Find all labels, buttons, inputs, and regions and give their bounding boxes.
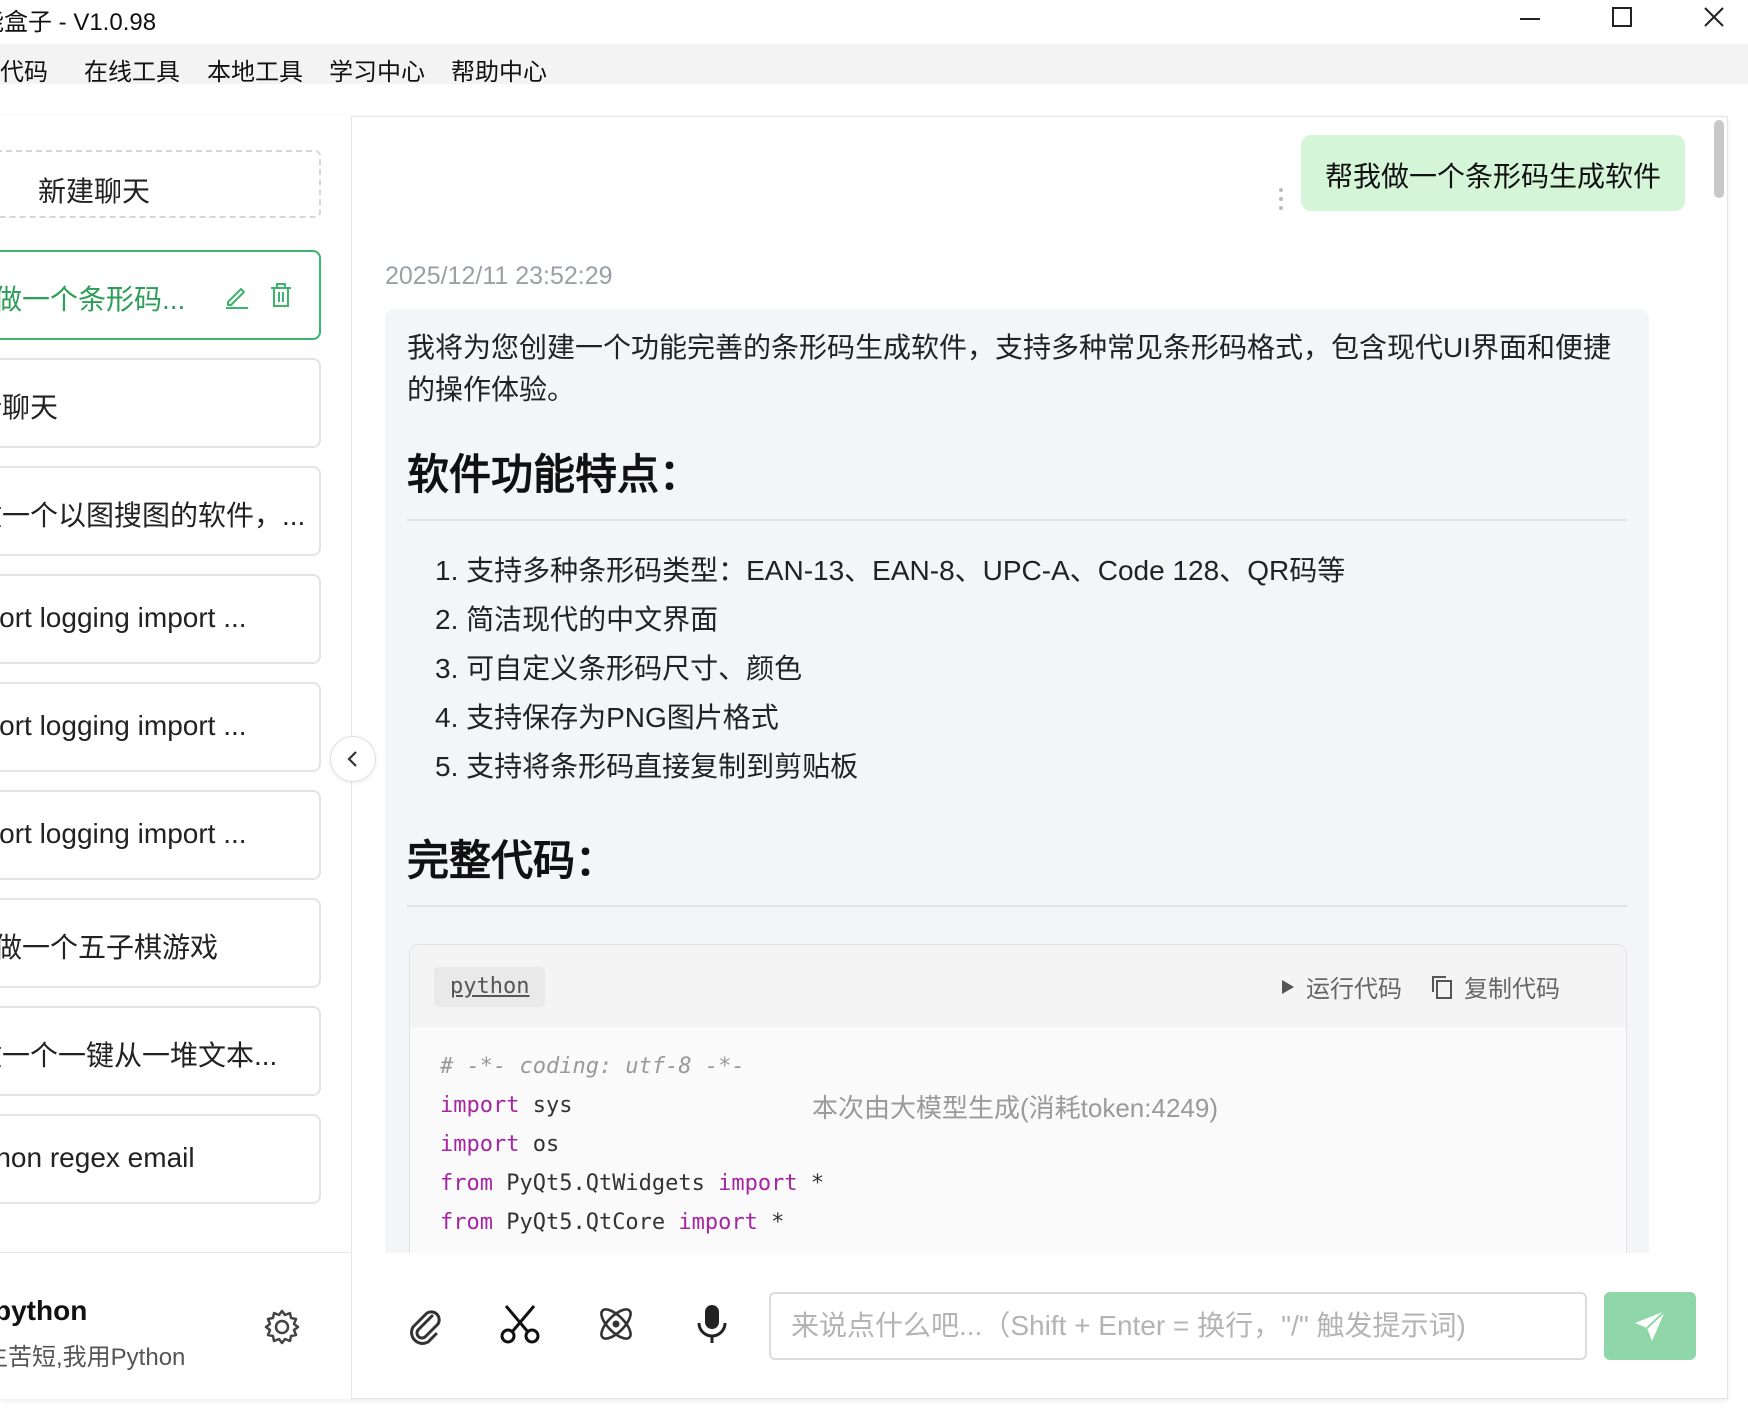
chat-item-label: import logging import ... xyxy=(0,710,247,741)
profile-subtitle: 人生苦短,我用Python xyxy=(0,1344,186,1371)
chat-item[interactable]: python regex email xyxy=(0,1114,321,1204)
chat-item-label: 做一个以图搜图的软件，... xyxy=(0,500,306,531)
trash-icon[interactable] xyxy=(266,280,296,310)
new-chat-label: 新建聊天 xyxy=(38,176,151,207)
chat-item[interactable]: 新聊天 xyxy=(0,358,321,448)
user-message-bubble: 帮我做一个条形码生成软件 xyxy=(1301,135,1685,211)
scissors-icon[interactable] xyxy=(498,1302,542,1346)
code-text: sys xyxy=(519,1093,573,1118)
chat-item-label: 做一个一键从一堆文本... xyxy=(0,1040,278,1071)
close-button[interactable] xyxy=(1674,0,1748,34)
code-line: import os xyxy=(440,1125,824,1164)
code-block-header: python 运行代码 复制代码 xyxy=(410,945,1626,1027)
heading-code: 完整代码： xyxy=(407,837,618,884)
minimize-button[interactable] xyxy=(1490,0,1570,34)
title-bar: 能盒子 - V1.0.98 xyxy=(0,0,1748,44)
profile-name: python xyxy=(0,1295,88,1326)
chat-scrollbar[interactable] xyxy=(1714,120,1724,198)
feature-item: 1. 支持多种条形码类型：EAN-13、EAN-8、UPC-A、Code 128… xyxy=(435,555,1346,586)
user-profile: python 人生苦短,我用Python xyxy=(0,1252,352,1399)
chat-area: 帮我做一个条形码生成软件 2025/12/11 23:52:29 我将为您创建一… xyxy=(352,117,1712,1253)
close-icon xyxy=(1704,7,1724,27)
menu-bar: 行代码 在线工具 本地工具 学习中心 帮助中心 xyxy=(0,44,1748,87)
paperclip-icon[interactable] xyxy=(402,1302,446,1346)
chat-item[interactable]: import logging import ... xyxy=(0,790,321,880)
run-code-label: 运行代码 xyxy=(1306,976,1402,1003)
heading-divider xyxy=(407,905,1627,907)
feature-item: 5. 支持将条形码直接复制到剪贴板 xyxy=(435,751,859,782)
code-keyword: import xyxy=(440,1093,520,1118)
new-chat-button[interactable]: 新建聊天 xyxy=(0,150,321,218)
code-keyword: import xyxy=(678,1210,758,1235)
copy-code-button[interactable]: 复制代码 xyxy=(1430,969,1560,1004)
chat-item-active[interactable]: 帮我做一个条形码... xyxy=(0,250,321,340)
atom-icon[interactable] xyxy=(594,1302,638,1346)
chat-item[interactable]: 做一个以图搜图的软件，... xyxy=(0,466,321,556)
chat-item-label: 帮我做一个条形码... xyxy=(0,284,186,315)
gear-icon[interactable] xyxy=(262,1307,302,1347)
chat-item-label: import logging import ... xyxy=(0,818,247,849)
send-button[interactable] xyxy=(1604,1292,1696,1360)
code-content: # -*- coding: utf-8 -*- import sys import … xyxy=(440,1047,824,1242)
code-keyword: import xyxy=(440,1132,520,1157)
heading-divider xyxy=(407,519,1627,521)
feature-item: 4. 支持保存为PNG图片格式 xyxy=(435,702,779,733)
play-icon xyxy=(1282,979,1294,994)
code-text: os xyxy=(519,1132,560,1157)
more-options-icon[interactable] xyxy=(1276,185,1286,213)
feature-item: 3. 可自定义条形码尺寸、颜色 xyxy=(435,653,803,684)
minimize-icon xyxy=(1520,18,1540,20)
sidebar: 新建聊天 帮我做一个条形码... 新聊天 做一个以图搜图的软件，... impo… xyxy=(0,116,352,1399)
code-line: import sys xyxy=(440,1086,824,1125)
menu-help-center[interactable]: 帮助中心 xyxy=(451,52,547,87)
send-icon xyxy=(1635,1310,1666,1341)
code-line: from PyQt5.QtCore import * xyxy=(440,1203,824,1242)
user-message-text: 帮我做一个条形码生成软件 xyxy=(1325,161,1662,192)
token-usage-note: 本次由大模型生成(消耗token:4249) xyxy=(812,1093,1218,1123)
copy-code-label: 复制代码 xyxy=(1464,976,1560,1003)
code-language-tag[interactable]: python xyxy=(434,967,546,1007)
code-text: * xyxy=(797,1171,825,1196)
reply-intro: 我将为您创建一个功能完善的条形码生成软件，支持多种常见条形码格式，包含现代UI界… xyxy=(407,332,1612,405)
chat-item-label: 新聊天 xyxy=(0,392,59,423)
menu-run-code[interactable]: 行代码 xyxy=(0,52,48,87)
pencil-icon[interactable] xyxy=(222,280,252,310)
message-timestamp: 2025/12/11 23:52:29 xyxy=(385,262,613,290)
code-keyword: from xyxy=(440,1171,493,1196)
maximize-icon xyxy=(1612,7,1632,27)
code-line: from PyQt5.QtWidgets import * xyxy=(440,1164,824,1203)
chat-item-label: 帮我做一个五子棋游戏 xyxy=(0,932,219,963)
code-comment: # -*- coding: utf-8 -*- xyxy=(440,1054,745,1079)
menu-local-tools[interactable]: 本地工具 xyxy=(207,52,303,87)
menu-learning-center[interactable]: 学习中心 xyxy=(329,52,425,87)
code-keyword: import xyxy=(718,1171,798,1196)
microphone-icon[interactable] xyxy=(690,1302,734,1346)
code-line: # -*- coding: utf-8 -*- xyxy=(440,1047,824,1086)
window-title: 能盒子 - V1.0.98 xyxy=(0,9,157,36)
chat-item[interactable]: 帮我做一个五子棋游戏 xyxy=(0,898,321,988)
run-code-button[interactable]: 运行代码 xyxy=(1280,969,1402,1004)
code-text: PyQt5.QtWidgets xyxy=(492,1171,719,1196)
code-text: * xyxy=(757,1210,785,1235)
code-keyword: from xyxy=(440,1210,493,1235)
menu-online-tools[interactable]: 在线工具 xyxy=(84,52,180,87)
chat-item-label: import logging import ... xyxy=(0,602,247,633)
copy-icon xyxy=(1432,975,1452,999)
chat-item[interactable]: import logging import ... xyxy=(0,574,321,664)
message-input[interactable] xyxy=(769,1292,1587,1360)
code-text: PyQt5.QtCore xyxy=(492,1210,679,1235)
maximize-button[interactable] xyxy=(1582,0,1662,34)
chat-item-label: python regex email xyxy=(0,1142,195,1173)
heading-features: 软件功能特点： xyxy=(407,451,702,498)
feature-item: 2. 简洁现代的中文界面 xyxy=(435,604,719,635)
chat-item[interactable]: 做一个一键从一堆文本... xyxy=(0,1006,321,1096)
chat-item[interactable]: import logging import ... xyxy=(0,682,321,772)
